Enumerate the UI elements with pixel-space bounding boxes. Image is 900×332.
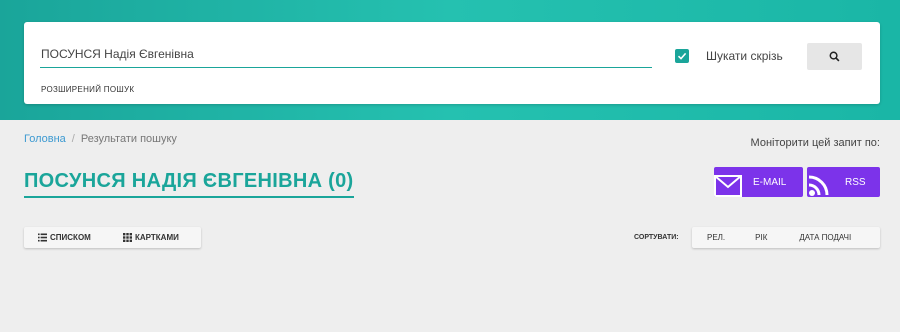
- breadcrumb-separator: /: [71, 133, 75, 145]
- email-button-label: E-MAIL: [753, 177, 787, 188]
- view-list-button[interactable]: СПИСКОМ: [24, 227, 109, 248]
- list-icon: [38, 233, 47, 242]
- search-everywhere-checkbox[interactable]: [675, 49, 689, 63]
- rss-subscribe-button[interactable]: RSS: [807, 167, 880, 197]
- check-icon: [677, 52, 687, 60]
- breadcrumb-current: Результати пошуку: [80, 133, 177, 145]
- email-subscribe-button[interactable]: E-MAIL: [714, 167, 803, 197]
- monitor-label: Моніторити цей запит по:: [750, 137, 880, 149]
- search-card: РОЗШИРЕНИЙ ПОШУК Шукати скрізь: [24, 22, 880, 104]
- search-icon: [829, 51, 840, 62]
- view-cards-button[interactable]: КАРТКАМИ: [109, 227, 201, 248]
- envelope-icon: [714, 175, 742, 197]
- breadcrumb-home-link[interactable]: Головна: [24, 133, 66, 145]
- search-button[interactable]: [807, 43, 862, 70]
- view-toggle: СПИСКОМ КАРТКАМИ: [24, 227, 201, 248]
- sort-relevance-button[interactable]: РЕЛ.: [707, 233, 725, 242]
- breadcrumb: Головна / Результати пошуку: [24, 133, 177, 145]
- search-everywhere-label[interactable]: Шукати скрізь: [706, 49, 783, 63]
- page-title: ПОСУНСЯ НАДІЯ ЄВГЕНІВНА (0): [24, 170, 354, 198]
- rss-button-label: RSS: [845, 177, 866, 188]
- sort-label: СОРТУВАТИ:: [634, 234, 679, 241]
- grid-icon: [123, 233, 132, 242]
- view-list-label: СПИСКОМ: [50, 233, 91, 242]
- sort-year-button[interactable]: РІК: [755, 233, 767, 242]
- advanced-search-link[interactable]: РОЗШИРЕНИЙ ПОШУК: [41, 85, 134, 94]
- view-cards-label: КАРТКАМИ: [135, 233, 179, 242]
- sort-options: РЕЛ. РІК ДАТА ПОДАЧІ: [692, 227, 880, 248]
- sort-date-button[interactable]: ДАТА ПОДАЧІ: [799, 233, 851, 242]
- rss-icon: [808, 175, 829, 196]
- search-input[interactable]: [40, 44, 652, 68]
